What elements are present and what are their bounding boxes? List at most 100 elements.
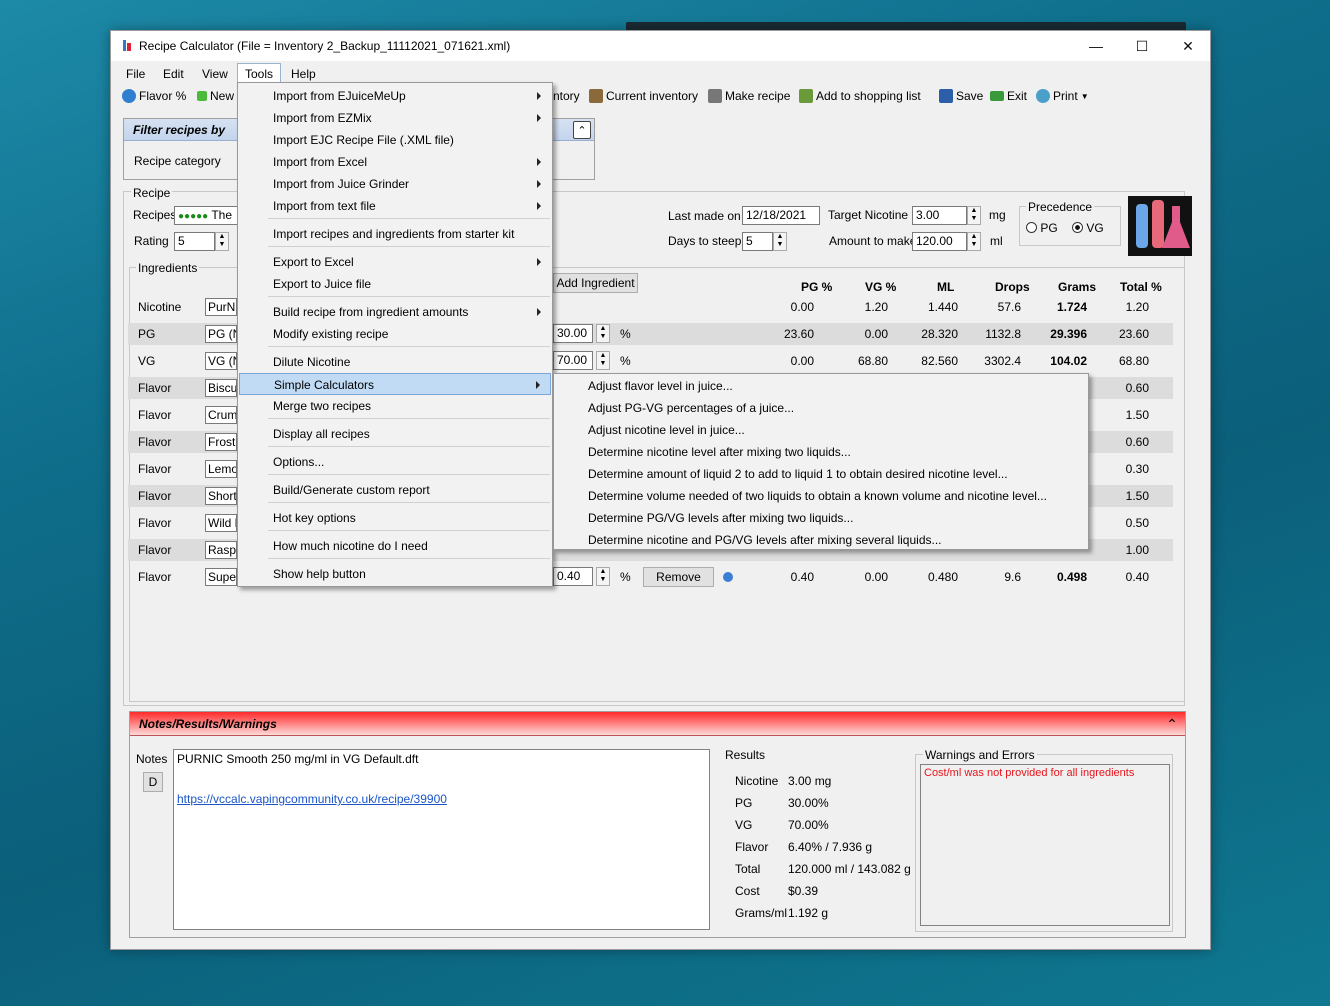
amount-spinner[interactable]: ▲ ▼ <box>967 232 981 251</box>
menu-item-label: Import from Excel <box>273 155 368 169</box>
exit-button[interactable]: Exit <box>990 89 1027 103</box>
rating-input[interactable]: 5 <box>174 232 215 251</box>
flavor-pct-button[interactable]: Flavor % <box>122 89 186 103</box>
tools-menu-item[interactable]: Simple Calculators <box>239 373 551 395</box>
days-steep-spinner[interactable]: ▲ ▼ <box>773 232 787 251</box>
new-button[interactable]: New <box>197 89 234 103</box>
collapse-up-icon[interactable]: ⌃ <box>1163 715 1181 733</box>
vg-pct-value: 1.20 <box>864 300 888 314</box>
ingredient-name[interactable]: PurNic <box>205 298 237 316</box>
calculator-menu-item[interactable]: Determine PG/VG levels after mixing two … <box>588 511 853 525</box>
ingredient-name[interactable]: Wild F <box>205 514 237 532</box>
calculator-menu-item[interactable]: Adjust flavor level in juice... <box>588 379 733 393</box>
d-button[interactable]: D <box>143 772 163 792</box>
recipes-select[interactable]: ●●●●● The <box>174 206 240 225</box>
menu-item-label: Import from text file <box>273 199 376 213</box>
ingredient-name[interactable]: Frostin <box>205 433 237 451</box>
tools-menu-item[interactable]: Import from Excel <box>239 151 551 173</box>
remove-button[interactable]: Remove <box>643 567 714 587</box>
tools-menu-item[interactable]: How much nicotine do I need <box>239 535 551 557</box>
tools-menu-item[interactable]: Export to Excel <box>239 251 551 273</box>
tools-menu-item[interactable]: Export to Juice file <box>239 273 551 295</box>
calculator-menu-item[interactable]: Determine amount of liquid 2 to add to l… <box>588 467 1008 481</box>
print-button[interactable]: Print ▼ <box>1036 89 1089 103</box>
tools-menu-item[interactable]: Display all recipes <box>239 423 551 445</box>
notes-textarea[interactable]: PURNIC Smooth 250 mg/ml in VG Default.df… <box>173 749 710 930</box>
ingredient-pct-spinner[interactable]: ▲ ▼ <box>596 351 610 370</box>
save-button[interactable]: Save <box>939 89 983 103</box>
menu-file[interactable]: File <box>119 65 152 83</box>
add-ingredient-button[interactable]: Add Ingredient <box>553 273 638 293</box>
precedence-vg-radio[interactable]: VG <box>1072 221 1104 235</box>
menu-help[interactable]: Help <box>284 65 323 83</box>
tools-menu-item[interactable]: Modify existing recipe <box>239 323 551 345</box>
total-pct-value: 68.80 <box>1118 354 1149 368</box>
ingredient-pct-spinner[interactable]: ▲ ▼ <box>596 567 610 586</box>
total-pct-value: 1.50 <box>1125 489 1149 503</box>
tools-menu-item[interactable]: Options... <box>239 451 551 473</box>
ingredient-name[interactable]: Lemon <box>205 460 237 478</box>
menu-separator <box>268 418 550 419</box>
result-key: Cost <box>735 884 760 898</box>
make-recipe-button[interactable]: Make recipe <box>708 89 790 103</box>
result-value: 30.00% <box>788 796 829 810</box>
calculator-menu-item[interactable]: Adjust nicotine level in juice... <box>588 423 745 437</box>
ingredient-name[interactable]: Shortb <box>205 487 237 505</box>
info-icon[interactable] <box>723 572 733 582</box>
last-made-input[interactable]: 12/18/2021 <box>742 206 820 225</box>
tools-menu-item[interactable]: Merge two recipes <box>239 395 551 417</box>
menu-tools[interactable]: Tools <box>237 63 282 84</box>
percent-sign: % <box>620 570 631 584</box>
inventory-button[interactable]: ntory <box>553 89 580 103</box>
tools-menu-item[interactable]: Import from EJuiceMeUp <box>239 85 551 107</box>
result-key: VG <box>735 818 753 832</box>
tools-menu-item[interactable]: Show help button <box>239 563 551 585</box>
ingredient-name[interactable]: VG (N <box>205 352 237 370</box>
tools-menu-item[interactable]: Build/Generate custom report <box>239 479 551 501</box>
header-vg-pct: VG % <box>865 280 897 294</box>
menu-view[interactable]: View <box>195 65 235 83</box>
ingredient-pct-input[interactable]: 30.00 <box>553 324 593 343</box>
tools-menu-item[interactable]: Import EJC Recipe File (.XML file) <box>239 129 551 151</box>
days-steep-input[interactable]: 5 <box>742 232 773 251</box>
precedence-pg-radio[interactable]: PG <box>1026 221 1058 235</box>
ingredient-name[interactable]: Super <box>205 568 237 586</box>
menu-edit[interactable]: Edit <box>156 65 191 83</box>
ingredient-name[interactable]: PG (N <box>205 325 237 343</box>
current-inventory-button[interactable]: Current inventory <box>589 89 698 103</box>
ingredient-pct-spinner[interactable]: ▲ ▼ <box>596 324 610 343</box>
target-nicotine-input[interactable]: 3.00 <box>912 206 967 225</box>
printer-icon <box>1036 89 1050 103</box>
menu-separator <box>268 218 550 219</box>
ingredient-name[interactable]: Biscui <box>205 379 237 397</box>
calculator-menu-item[interactable]: Determine volume needed of two liquids t… <box>588 489 1047 503</box>
calculator-menu-item[interactable]: Determine nicotine level after mixing tw… <box>588 445 851 459</box>
tools-menu-item[interactable]: Build recipe from ingredient amounts <box>239 301 551 323</box>
submenu-arrow-icon <box>537 180 541 188</box>
ingredient-pct-input[interactable]: 0.40 <box>553 567 593 586</box>
maximize-button[interactable]: ☐ <box>1120 35 1164 57</box>
calculator-menu-item[interactable]: Adjust PG-VG percentages of a juice... <box>588 401 794 415</box>
ingredient-name[interactable]: Raspb <box>205 541 237 559</box>
ingredient-type: Flavor <box>138 543 172 557</box>
tools-menu-item[interactable]: Import from EZMix <box>239 107 551 129</box>
rating-spinner[interactable]: ▲ ▼ <box>215 232 229 251</box>
tools-menu-item[interactable]: Hot key options <box>239 507 551 529</box>
tools-menu-item[interactable]: Import from Juice Grinder <box>239 173 551 195</box>
tools-menu-item[interactable]: Dilute Nicotine <box>239 351 551 373</box>
add-shopping-button[interactable]: Add to shopping list <box>799 89 921 103</box>
recipe-link[interactable]: https://vccalc.vapingcommunity.co.uk/rec… <box>177 792 706 806</box>
minimize-button[interactable]: — <box>1074 35 1118 57</box>
amount-input[interactable]: 120.00 <box>912 232 967 251</box>
ingredient-name[interactable]: Crumb <box>205 406 237 424</box>
ingredient-pct-input[interactable]: 70.00 <box>553 351 593 370</box>
calculator-menu-item[interactable]: Determine nicotine and PG/VG levels afte… <box>588 533 942 547</box>
target-nicotine-spinner[interactable]: ▲ ▼ <box>967 206 981 225</box>
tools-menu-item[interactable]: Import from text file <box>239 195 551 217</box>
menu-item-label: Import from EJuiceMeUp <box>273 89 406 103</box>
menu-separator <box>268 530 550 531</box>
menu-item-label: Build recipe from ingredient amounts <box>273 305 469 319</box>
close-button[interactable]: ✕ <box>1166 35 1210 57</box>
collapse-up-icon[interactable]: ⌃ <box>573 121 591 139</box>
tools-menu-item[interactable]: Import recipes and ingredients from star… <box>239 223 551 245</box>
